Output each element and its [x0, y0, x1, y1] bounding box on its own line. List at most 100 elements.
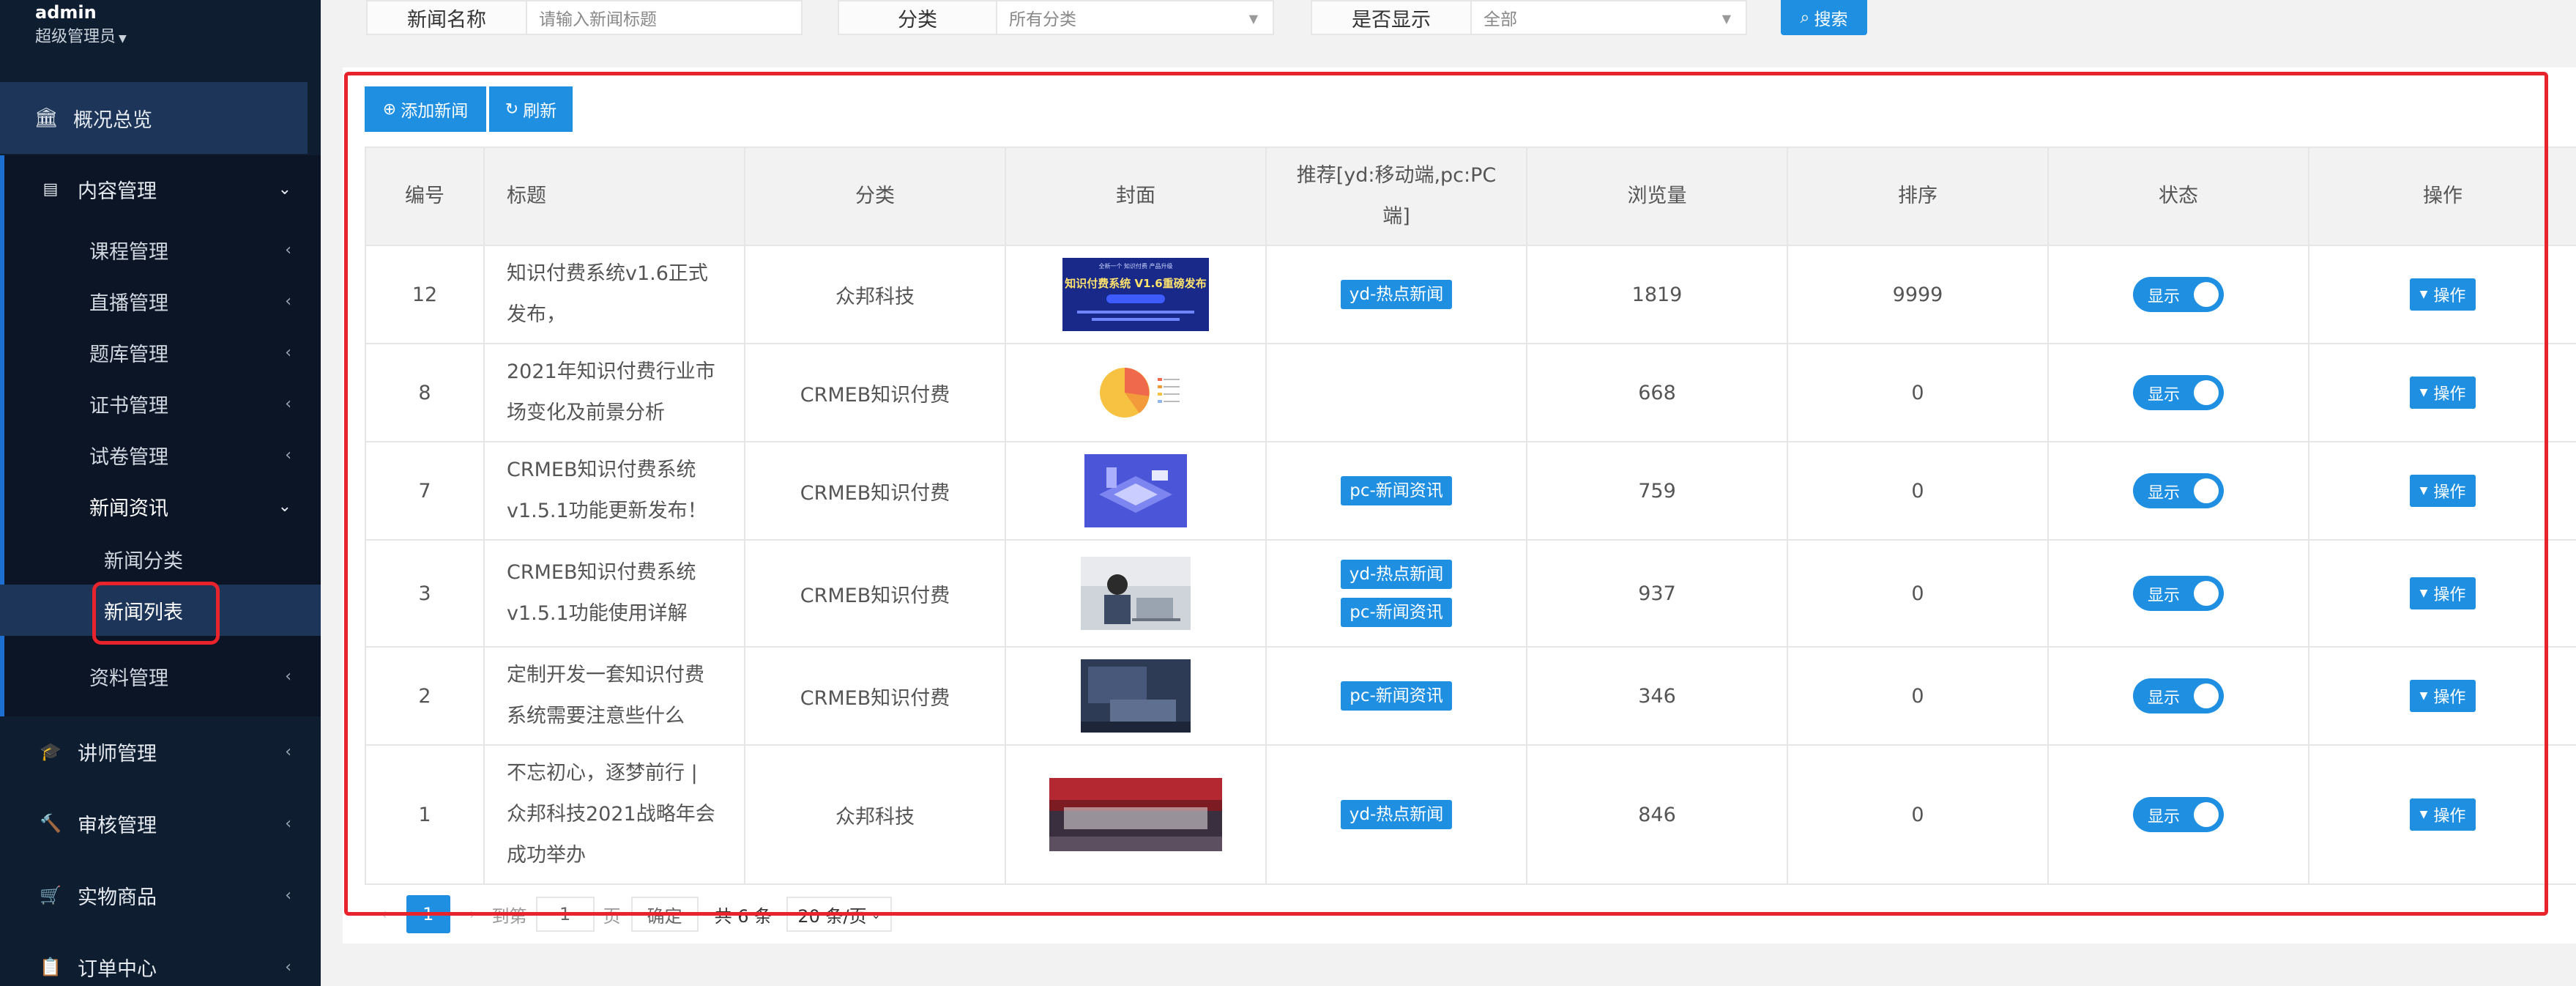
cell-sort: 0: [1787, 344, 2047, 441]
status-toggle[interactable]: 显示: [2133, 678, 2224, 713]
pagination: ‹ 1 › 到第 1 页 确定 共 6 条 20 条/页 ⌄: [381, 895, 893, 933]
sidebar-item-certificate[interactable]: 证书管理 ‹: [0, 378, 308, 429]
chevron-down-icon: ▼: [1721, 12, 1731, 26]
sidebar-item-materials[interactable]: 资料管理 ‹: [0, 650, 308, 702]
search-icon: ⌕: [1800, 8, 1810, 27]
cell-id: 8: [365, 344, 483, 441]
user-role[interactable]: 超级管理员 ▼: [35, 25, 127, 51]
sidebar-item-course[interactable]: 课程管理 ‹: [0, 224, 308, 275]
sidebar-item-content[interactable]: ▤ 内容管理 ⌄: [0, 163, 308, 215]
prev-page-icon[interactable]: ‹: [381, 905, 387, 924]
total-count: 共 6 条: [714, 905, 773, 927]
cell-id: 2: [365, 648, 483, 744]
status-toggle[interactable]: 显示: [2133, 473, 2224, 508]
sidebar-item-exam[interactable]: 试卷管理 ‹: [0, 429, 308, 481]
cover-banner-image: 全新一个 知识付费 产品升级 知识付费系统 V1.6重磅发布: [1062, 258, 1209, 331]
action-button[interactable]: ▼ 操作: [2409, 278, 2476, 311]
chevron-left-icon: ‹: [285, 240, 291, 259]
sidebar-item-goods[interactable]: 🛒 实物商品 ‹: [0, 869, 308, 922]
toggle-knob: [2194, 802, 2219, 827]
sidebar-item-lecturer[interactable]: 🎓 讲师管理 ‹: [0, 725, 308, 778]
chevron-left-icon: ‹: [285, 343, 291, 362]
cell-status: 显示: [2047, 344, 2308, 441]
page-input[interactable]: 1: [535, 897, 595, 932]
plus-circle-icon: ⊕: [382, 100, 397, 119]
cell-views: 759: [1526, 442, 1787, 539]
status-toggle[interactable]: 显示: [2133, 375, 2224, 410]
status-toggle[interactable]: 显示: [2133, 277, 2224, 312]
cell-views: 937: [1526, 541, 1787, 646]
toggle-knob: [2194, 683, 2219, 708]
refresh-button[interactable]: ↻ 刷新: [488, 86, 573, 132]
chevron-left-icon: ‹: [285, 957, 291, 976]
cell-cover: [1005, 648, 1265, 744]
sidebar-item-news[interactable]: 新闻资讯 ⌄: [0, 481, 308, 532]
cell-recommend: [1265, 344, 1526, 441]
user-info[interactable]: admin 超级管理员 ▼: [35, 0, 127, 51]
chevron-down-icon: ⌄: [871, 907, 881, 922]
cell-views: 346: [1526, 648, 1787, 744]
sidebar-item-question-bank[interactable]: 题库管理 ‹: [0, 327, 308, 378]
action-button[interactable]: ▼ 操作: [2409, 798, 2476, 831]
caret-down-icon: ▼: [2419, 485, 2428, 497]
cell-id: 7: [365, 442, 483, 539]
caret-down-icon: ▼: [119, 33, 127, 45]
cell-cover: [1005, 344, 1265, 441]
action-button[interactable]: ▼ 操作: [2409, 475, 2476, 507]
sidebar-item-live[interactable]: 直播管理 ‹: [0, 275, 308, 327]
cover-image[interactable]: [1049, 778, 1222, 851]
cell-title: CRMEB知识付费系统v1.5.1功能使用详解: [483, 541, 744, 646]
sidebar-item-review[interactable]: 🔨 审核管理 ‹: [0, 797, 308, 850]
sidebar-item-news-category[interactable]: 新闻分类: [0, 533, 308, 585]
filter-news-name: 新闻名称 请输入新闻标题: [366, 0, 803, 35]
action-button[interactable]: ▼ 操作: [2409, 377, 2476, 409]
cart-icon: 🛒: [40, 885, 62, 905]
cover-image[interactable]: [1081, 659, 1191, 733]
cell-sort: 0: [1787, 648, 2047, 744]
cover-image[interactable]: [1084, 356, 1187, 429]
tag-recommend: yd-热点新闻: [1340, 560, 1453, 589]
cell-category: CRMEB知识付费: [744, 344, 1005, 441]
tag-recommend: pc-新闻资讯: [1341, 598, 1452, 627]
cover-image[interactable]: [1084, 454, 1187, 527]
news-name-label: 新闻名称: [366, 0, 526, 35]
category-select[interactable]: 所有分类 ▼: [996, 0, 1274, 35]
header-category: 分类: [744, 148, 1005, 245]
caret-down-icon: ▼: [2419, 587, 2428, 599]
page-unit-label: 页: [603, 905, 621, 927]
table-row: 12 知识付费系统v1.6正式发布， 众邦科技 全新一个 知识付费 产品升级 知…: [365, 246, 2576, 344]
news-name-input[interactable]: 请输入新闻标题: [526, 0, 803, 35]
cell-actions: ▼ 操作: [2308, 541, 2576, 646]
cover-laptop-image: [1081, 659, 1191, 733]
svg-text:全新一个 知识付费 产品升级: 全新一个 知识付费 产品升级: [1098, 262, 1172, 270]
page-size-select[interactable]: 20 条/页 ⌄: [786, 897, 893, 932]
caret-down-icon: ▼: [2419, 690, 2428, 702]
goto-confirm-button[interactable]: 确定: [630, 897, 699, 932]
tag-recommend: yd-热点新闻: [1340, 280, 1453, 309]
action-button[interactable]: ▼ 操作: [2409, 577, 2476, 609]
toggle-knob: [2194, 478, 2219, 503]
next-page-icon[interactable]: ›: [469, 905, 476, 924]
cell-recommend: yd-热点新闻: [1265, 746, 1526, 883]
sidebar-item-orders[interactable]: 📋 订单中心 ‹: [0, 941, 308, 986]
cover-image[interactable]: [1081, 557, 1191, 630]
caret-down-icon: ▼: [2419, 387, 2428, 399]
sidebar-item-overview[interactable]: 🏛 概况总览: [0, 82, 308, 154]
action-button[interactable]: ▼ 操作: [2409, 680, 2476, 712]
cover-image[interactable]: 全新一个 知识付费 产品升级 知识付费系统 V1.6重磅发布: [1062, 258, 1209, 331]
chevron-down-icon: ▼: [1248, 12, 1258, 26]
cover-pie-image: [1084, 356, 1187, 429]
cell-cover: [1005, 442, 1265, 539]
add-news-button[interactable]: ⊕ 添加新闻: [365, 86, 486, 132]
header-status: 状态: [2047, 148, 2308, 245]
refresh-icon: ↻: [505, 100, 519, 119]
category-label: 分类: [838, 0, 996, 35]
status-toggle[interactable]: 显示: [2133, 576, 2224, 611]
svg-text:知识付费系统 V1.6重磅发布: 知识付费系统 V1.6重磅发布: [1065, 277, 1206, 290]
search-button[interactable]: ⌕ 搜索: [1781, 0, 1867, 35]
news-table: 编号 标题 分类 封面 推荐[yd:移动端,pc:PC端] 浏览量 排序 状态 …: [365, 147, 2576, 885]
cell-category: CRMEB知识付费: [744, 442, 1005, 539]
page-current[interactable]: 1: [406, 895, 450, 933]
show-select[interactable]: 全部 ▼: [1470, 0, 1747, 35]
status-toggle[interactable]: 显示: [2133, 797, 2224, 832]
